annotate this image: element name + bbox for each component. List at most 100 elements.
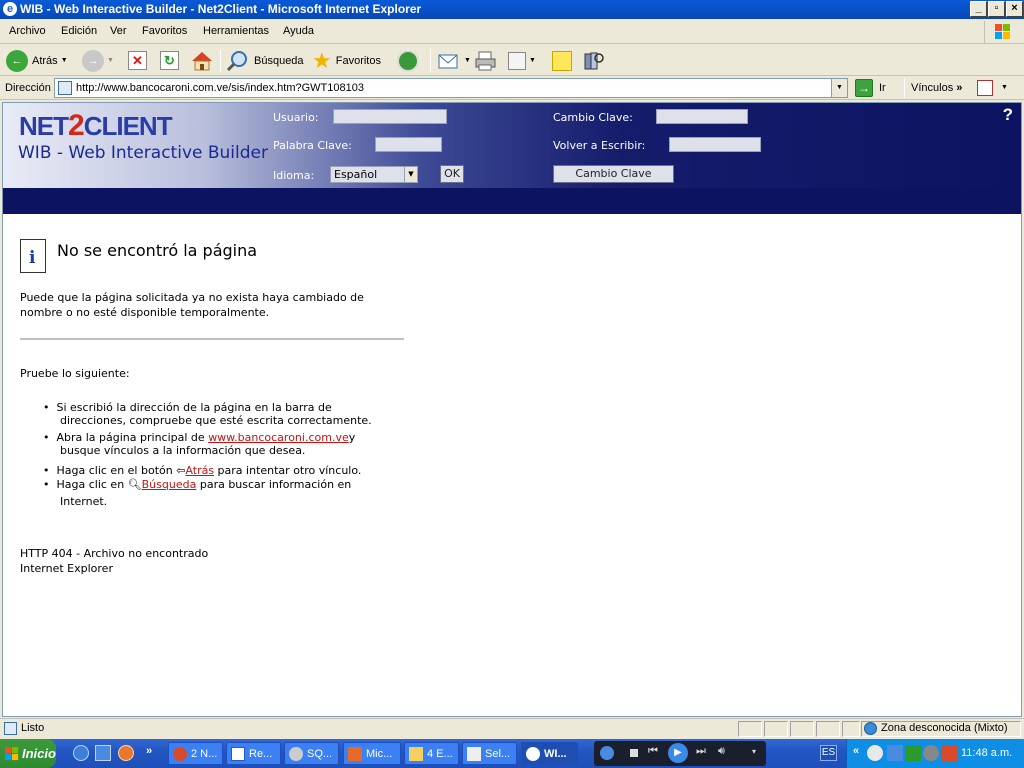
media-volume-icon[interactable]: 🔊︎ xyxy=(718,745,725,758)
task-5-folder-icon xyxy=(409,746,423,761)
print-button[interactable] xyxy=(474,48,498,73)
quicklaunch-outlook-icon[interactable] xyxy=(95,745,111,761)
task-5[interactable]: 4 E... xyxy=(404,742,459,765)
back-dropdown-icon[interactable]: ▼ xyxy=(61,57,68,64)
address-input[interactable]: http://www.bancocaroni.com.ve/sis/index.… xyxy=(54,78,848,98)
palabra-clave-input[interactable] xyxy=(375,137,442,152)
media-next-icon[interactable]: ⏭ xyxy=(696,745,706,758)
task-2[interactable]: Re... xyxy=(226,742,281,765)
status-page-icon xyxy=(4,722,17,735)
history-button[interactable] xyxy=(397,48,419,73)
task-1[interactable]: 2 N... xyxy=(168,742,223,765)
forward-button[interactable]: → ▼ xyxy=(82,48,114,73)
favorites-button[interactable]: ★ Favoritos xyxy=(312,48,381,73)
search-button[interactable]: Búsqueda xyxy=(226,48,304,73)
media-prev-icon[interactable]: ⏮ xyxy=(648,745,658,758)
idioma-dropdown-icon[interactable]: ▼ xyxy=(404,167,417,182)
task-2-word-icon xyxy=(231,746,245,761)
links-toolbar[interactable]: Vínculos » xyxy=(911,82,962,94)
tray-icon-4[interactable] xyxy=(923,745,939,761)
task-7-active[interactable]: WI... xyxy=(521,742,578,765)
printer-icon xyxy=(475,51,496,70)
suggestion-2: • Abra la página principal de www.bancoc… xyxy=(43,431,356,457)
address-dropdown-icon[interactable]: ▼ xyxy=(831,79,847,97)
media-mode-icon[interactable] xyxy=(600,746,614,760)
favorites-star-icon: ★ xyxy=(312,47,332,73)
task-6-select-icon xyxy=(467,746,481,761)
tray-expand-icon[interactable]: « xyxy=(853,745,859,757)
quicklaunch-firefox-icon[interactable] xyxy=(118,745,134,761)
go-arrow-icon: → xyxy=(855,79,873,97)
close-button[interactable]: × xyxy=(1006,1,1023,17)
menu-favoritos[interactable]: Favoritos xyxy=(142,25,187,37)
taskbar: Inicio » 2 N... Re... SQ... Mic... 4 E..… xyxy=(0,739,1024,768)
media-player-toolbar: ⏮ ▶ ⏭ 🔊︎ ▾ xyxy=(594,741,766,766)
window-title: WIB - Web Interactive Builder - Net2Clie… xyxy=(20,2,422,16)
media-stop-icon[interactable] xyxy=(630,749,638,757)
ie-logo-icon: e xyxy=(3,2,17,16)
zone-text: Zona desconocida (Mixto) xyxy=(881,722,1008,734)
error-title: No se encontró la página xyxy=(57,241,258,260)
cambio-clave-button[interactable]: Cambio Clave xyxy=(553,165,674,183)
edit-dropdown-icon[interactable]: ▼ xyxy=(529,57,536,64)
go-button[interactable]: → Ir xyxy=(855,79,886,97)
minimize-button[interactable]: _ xyxy=(970,1,987,17)
help-icon[interactable]: ? xyxy=(1003,105,1013,125)
suggestion-1: • Si escribió la dirección de la página … xyxy=(43,401,372,427)
idioma-select[interactable]: Español ▼ xyxy=(330,166,418,183)
quicklaunch-chevron-icon[interactable]: » xyxy=(146,745,152,757)
media-restore-icon[interactable]: ▾ xyxy=(752,747,756,756)
suggestion-4: • Haga clic en 🔍︎Búsqueda para buscar in… xyxy=(43,478,352,508)
discuss-button[interactable] xyxy=(552,48,572,73)
home-page-link[interactable]: www.bancocaroni.com.ve xyxy=(208,431,349,444)
usuario-input[interactable] xyxy=(333,109,447,124)
address-label: Dirección xyxy=(5,82,51,94)
cambio-clave-input[interactable] xyxy=(656,109,748,124)
menu-ayuda[interactable]: Ayuda xyxy=(283,25,314,37)
media-play-icon[interactable]: ▶ xyxy=(668,743,688,763)
back-button[interactable]: ← Atrás ▼ xyxy=(6,48,68,73)
search-magnifier-icon xyxy=(226,50,247,71)
edit-button[interactable]: ▼ xyxy=(508,48,536,73)
task-6[interactable]: Sel... xyxy=(462,742,517,765)
menu-edicion[interactable]: Edición xyxy=(61,25,97,37)
search-link[interactable]: Búsqueda xyxy=(142,478,197,491)
menu-ver[interactable]: Ver xyxy=(110,25,127,37)
address-url[interactable]: http://www.bancocaroni.com.ve/sis/index.… xyxy=(76,82,364,94)
quicklaunch-ie-icon[interactable] xyxy=(73,745,89,761)
links-page-icon[interactable] xyxy=(977,80,993,96)
ok-button[interactable]: OK xyxy=(440,165,464,183)
clock[interactable]: 11:48 a.m. xyxy=(961,747,1012,759)
menu-archivo[interactable]: Archivo xyxy=(9,25,46,37)
tray-network-icon[interactable] xyxy=(941,745,957,761)
menu-bar: Archivo Edición Ver Favoritos Herramient… xyxy=(0,20,1024,44)
system-tray: « 11:48 a.m. xyxy=(846,739,1024,768)
tray-icon-2[interactable] xyxy=(887,745,903,761)
language-indicator[interactable]: ES xyxy=(820,745,837,761)
title-bar[interactable]: e WIB - Web Interactive Builder - Net2Cl… xyxy=(0,0,1024,19)
maximize-button[interactable]: ▫ xyxy=(988,1,1005,17)
mail-dropdown-icon[interactable]: ▼ xyxy=(464,57,471,64)
suggestion-3: • Haga clic en el botón ⇦Atrás para inte… xyxy=(43,464,362,477)
mail-button[interactable]: ▼ xyxy=(437,48,471,73)
menu-herramientas[interactable]: Herramientas xyxy=(203,25,269,37)
refresh-button[interactable]: ↻ xyxy=(160,48,179,73)
task-3[interactable]: SQ... xyxy=(284,742,339,765)
history-clock-icon xyxy=(397,49,419,72)
links-dropdown-icon[interactable]: ▼ xyxy=(1001,84,1008,91)
forward-dropdown-icon[interactable]: ▼ xyxy=(107,57,114,64)
divider xyxy=(20,338,404,340)
research-button[interactable] xyxy=(582,48,606,73)
task-4[interactable]: Mic... xyxy=(343,742,401,765)
start-button[interactable]: Inicio xyxy=(0,739,56,768)
home-button[interactable] xyxy=(190,48,214,73)
stop-button[interactable]: ✕ xyxy=(128,48,147,73)
tray-icon-3[interactable] xyxy=(905,745,921,761)
usuario-label: Usuario: xyxy=(273,111,319,124)
tray-icon-1[interactable] xyxy=(867,745,883,761)
mail-envelope-icon xyxy=(438,54,458,68)
volver-escribir-input[interactable] xyxy=(669,137,761,152)
back-link[interactable]: Atrás xyxy=(185,464,214,477)
home-icon xyxy=(192,51,212,70)
windows-flag-icon xyxy=(995,24,1010,39)
